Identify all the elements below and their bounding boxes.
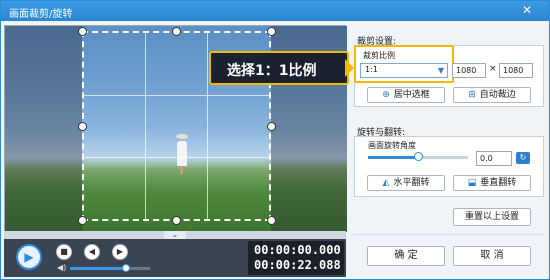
- footer-divider: [354, 234, 544, 235]
- crop-handle-top-right[interactable]: [267, 27, 276, 36]
- horizontal-flip-icon: ◭: [382, 178, 390, 188]
- ok-button[interactable]: 确 定: [367, 246, 445, 266]
- auto-crop-icon: ⊞: [468, 90, 476, 100]
- ratio-label: 裁剪比例: [363, 51, 395, 60]
- vertical-flip-button[interactable]: ⬓ 垂直翻转: [453, 175, 531, 191]
- player-controls: ▶ ■ ◀ ▶ ◀) 00:00:00.000 00:00:22.088: [4, 239, 346, 277]
- times-label: ×: [489, 64, 497, 74]
- tutorial-callout: 选择1：1比例: [209, 51, 349, 85]
- callout-arrow: [345, 59, 354, 77]
- vertical-flip-icon: ⬓: [467, 178, 477, 188]
- rotation-slider-handle[interactable]: [414, 152, 423, 161]
- callout-text: 选择1：1比例: [227, 63, 317, 79]
- total-time: 00:00:22.088: [254, 258, 341, 272]
- crop-height-input[interactable]: 1080: [499, 63, 533, 78]
- ratio-value: 1:1: [365, 65, 378, 74]
- rotation-slider[interactable]: [368, 152, 468, 161]
- play-button[interactable]: ▶: [16, 244, 42, 270]
- crop-handle-left[interactable]: [78, 122, 87, 131]
- angle-label: 画面旋转角度: [368, 141, 416, 150]
- volume-slider-fill: [70, 267, 126, 270]
- crop-handle-bottom[interactable]: [172, 216, 181, 225]
- reset-button[interactable]: 重置以上设置: [453, 208, 531, 226]
- chevron-down-icon[interactable]: ⌄: [164, 231, 186, 239]
- crop-rotate-dialog: 画面裁剪/旋转 ✕ 选择1：1比例 ⌄ ▶ ■ ◀ ▶ ◀) 00:00:00.…: [0, 0, 550, 280]
- crop-handle-top[interactable]: [172, 27, 181, 36]
- crop-width-input[interactable]: 1080: [452, 63, 486, 78]
- title-bar: 画面裁剪/旋转 ✕: [1, 1, 549, 21]
- current-time: 00:00:00.000: [254, 243, 341, 257]
- crop-handle-bottom-left[interactable]: [78, 216, 87, 225]
- angle-input[interactable]: 0.0: [476, 151, 512, 166]
- cancel-button[interactable]: 取 消: [453, 246, 531, 266]
- horizontal-flip-label: 水平翻转: [393, 178, 430, 188]
- volume-icon[interactable]: ◀): [57, 264, 67, 272]
- chevron-down-icon: ▼: [437, 66, 444, 75]
- previous-frame-button[interactable]: ◀: [84, 244, 100, 260]
- crop-handle-bottom-right[interactable]: [267, 216, 276, 225]
- crop-mask-left: [5, 26, 82, 232]
- center-frame-label: 居中选框: [393, 90, 430, 100]
- close-icon[interactable]: ✕: [515, 2, 539, 18]
- stop-button[interactable]: ■: [56, 244, 72, 260]
- center-frame-icon: ⊕: [382, 90, 390, 100]
- crop-handle-top-left[interactable]: [78, 27, 87, 36]
- window-title: 画面裁剪/旋转: [9, 9, 73, 20]
- rotate-icon[interactable]: ↻: [516, 152, 530, 164]
- timeline-strip[interactable]: ⌄: [4, 231, 346, 239]
- rotation-slider-fill: [368, 156, 418, 159]
- horizontal-flip-button[interactable]: ◭ 水平翻转: [367, 175, 445, 191]
- next-frame-button[interactable]: ▶: [112, 244, 128, 260]
- auto-crop-button[interactable]: ⊞ 自动裁边: [453, 87, 531, 103]
- time-display: 00:00:00.000 00:00:22.088: [248, 241, 344, 275]
- ratio-select[interactable]: 1:1 ▼: [360, 63, 448, 78]
- volume-slider[interactable]: [70, 264, 150, 272]
- vertical-flip-label: 垂直翻转: [480, 178, 517, 188]
- auto-crop-label: 自动裁边: [479, 90, 516, 100]
- crop-handle-right[interactable]: [267, 122, 276, 131]
- center-frame-button[interactable]: ⊕ 居中选框: [367, 87, 445, 103]
- volume-slider-handle[interactable]: [122, 264, 130, 272]
